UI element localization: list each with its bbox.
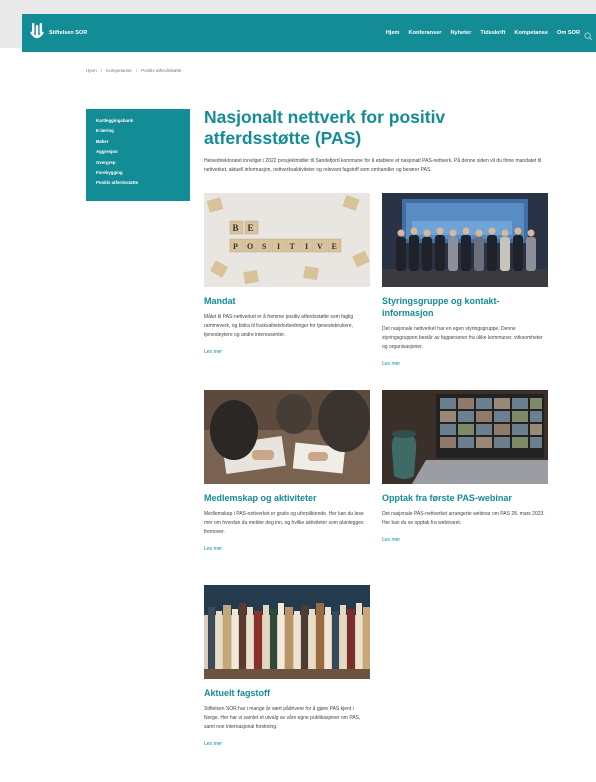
card-title[interactable]: Styringsgruppe og kontakt-informasjon xyxy=(382,295,548,319)
nav-tidsskrift[interactable]: Tidsskrift xyxy=(480,30,505,36)
card-medlemskap: Medlemskap og aktiviteter Medlemskap i P… xyxy=(204,390,370,555)
site-header: Stiftelsen SOR Hjem Konferanser Nyheter … xyxy=(22,14,596,52)
side-menu: Kartleggingsbank E-læring Bøker Aggresjo… xyxy=(86,109,190,201)
card-text: Det nasjonale PAS-nettverket arrangerte … xyxy=(382,511,545,526)
search-icon[interactable] xyxy=(584,28,593,41)
read-more-link[interactable]: Les mer xyxy=(382,537,400,543)
side-item-kartleggingsbank[interactable]: Kartleggingsbank xyxy=(96,116,190,126)
read-more-link[interactable]: Les mer xyxy=(204,741,222,747)
nav-nyheter[interactable]: Nyheter xyxy=(450,30,471,36)
logo-text: Stiftelsen SOR xyxy=(49,30,88,36)
read-more-link[interactable]: Les mer xyxy=(382,361,400,367)
card-title[interactable]: Opptak fra første PAS-webinar xyxy=(382,492,548,504)
svg-text:I: I xyxy=(277,242,280,251)
card-title[interactable]: Medlemskap og aktiviteter xyxy=(204,492,370,504)
breadcrumb-separator: / xyxy=(100,68,103,73)
main-nav: Hjem Konferanser Nyheter Tidsskrift Komp… xyxy=(386,14,580,52)
video-call-laptop-image[interactable] xyxy=(382,390,548,484)
side-item-aggresjon[interactable]: Aggresjon xyxy=(96,147,190,157)
nav-om-sor[interactable]: Om SOR xyxy=(557,30,580,36)
tile-letter: B xyxy=(233,223,239,233)
sor-logo-icon xyxy=(30,23,44,43)
svg-text:T: T xyxy=(290,242,296,251)
read-more-link[interactable]: Les mer xyxy=(204,349,222,355)
nav-konferanser[interactable]: Konferanser xyxy=(409,30,442,36)
card-text: Målet til PAS-nettverket er å fremme pos… xyxy=(204,314,354,338)
card-text: Stiftelsen SOR har i mange år vært pådri… xyxy=(204,706,361,730)
side-item-positiv-atferdsstotte[interactable]: Positiv atferdsstøtte xyxy=(96,178,190,188)
page-title: Nasjonalt nettverk for positiv atferdsst… xyxy=(204,107,446,148)
svg-text:I: I xyxy=(305,242,308,251)
card-aktuelt-fagstoff: Aktuelt fagstoff Stiftelsen SOR har i ma… xyxy=(204,585,370,750)
breadcrumb-hjem[interactable]: Hjem xyxy=(86,68,97,73)
side-item-forebygging[interactable]: Forebygging xyxy=(96,168,190,178)
svg-text:P: P xyxy=(233,242,238,251)
svg-text:E: E xyxy=(332,242,337,251)
side-item-e-laering[interactable]: E-læring xyxy=(96,126,190,136)
card-opptak-webinar: Opptak fra første PAS-webinar Det nasjon… xyxy=(382,390,548,546)
intro-text: Helsedirektoratet innvilget i 2022 prosj… xyxy=(204,158,542,173)
breadcrumb-separator: / xyxy=(135,68,138,73)
card-text: Det nasjonale nettverket har en egen sty… xyxy=(382,326,543,350)
tile-letter: E xyxy=(248,223,254,233)
read-more-link[interactable]: Les mer xyxy=(204,546,222,552)
group-photo-image[interactable] xyxy=(382,193,548,287)
side-item-overgrep[interactable]: Overgrep xyxy=(96,158,190,168)
site-logo[interactable]: Stiftelsen SOR xyxy=(30,23,87,43)
bookshelf-image[interactable] xyxy=(204,585,370,679)
card-title[interactable]: Mandat xyxy=(204,295,370,307)
scrabble-tiles-image[interactable]: B E P O S I T I V E xyxy=(204,193,370,287)
card-styringsgruppe: Styringsgruppe og kontakt-informasjon De… xyxy=(382,193,548,370)
side-item-boker[interactable]: Bøker xyxy=(96,137,190,147)
breadcrumb-kompetanse[interactable]: Kompetanse xyxy=(106,68,132,73)
card-title[interactable]: Aktuelt fagstoff xyxy=(204,687,370,699)
svg-text:S: S xyxy=(262,242,267,251)
svg-text:V: V xyxy=(317,242,323,251)
nav-hjem[interactable]: Hjem xyxy=(386,30,400,36)
meeting-table-image[interactable] xyxy=(204,390,370,484)
svg-text:O: O xyxy=(247,242,253,251)
breadcrumb-current: Positiv atferdsstøtte xyxy=(141,68,182,73)
card-mandat: B E P O S I T I V E Mandat Målet til PAS… xyxy=(204,193,370,358)
nav-kompetanse[interactable]: Kompetanse xyxy=(514,30,548,36)
card-text: Medlemskap i PAS-nettverket er gratis og… xyxy=(204,511,364,535)
breadcrumb: Hjem / Kompetanse / Positiv atferdsstøtt… xyxy=(86,68,181,73)
